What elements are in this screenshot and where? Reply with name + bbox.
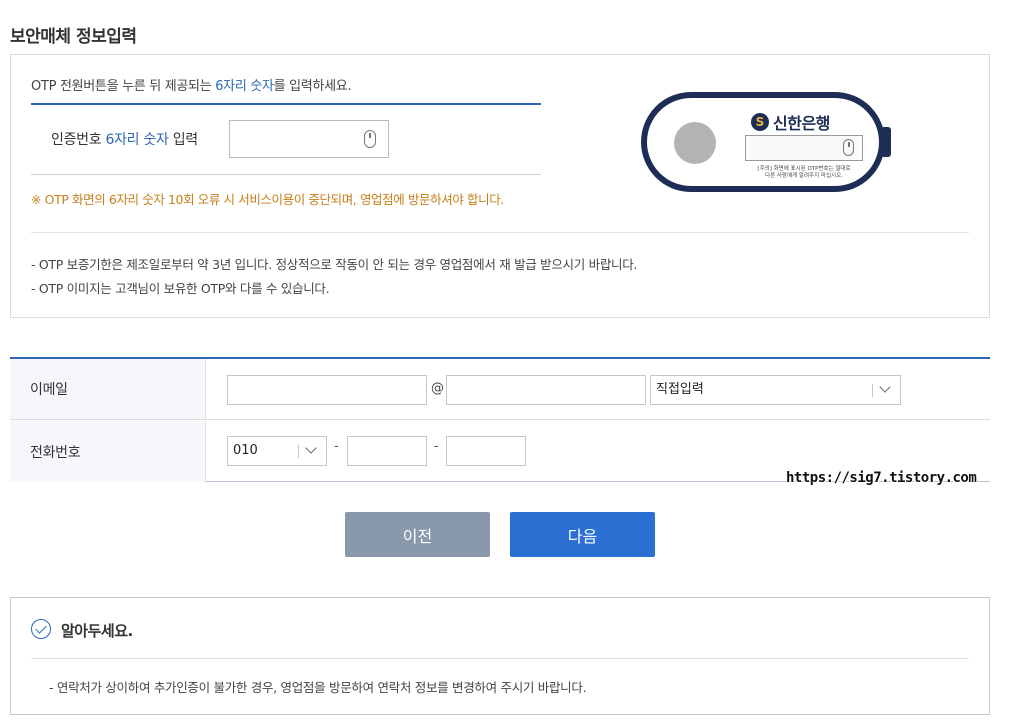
- phone-dash: -: [434, 439, 439, 454]
- token-caption-line: 다른 사람에게 알려주지 마십시오.: [765, 173, 843, 179]
- otp-instruction: OTP 전원버튼을 누른 뒤 제공되는 6자리 숫자를 입력하세요.: [31, 75, 541, 105]
- email-row: 이메일 @ 직접입력: [10, 359, 990, 420]
- notice-title: 알아두세요.: [61, 622, 133, 640]
- at-sign: @: [431, 381, 444, 396]
- page-title: 보안매체 정보입력: [10, 27, 137, 47]
- otp-token-image: S 신한은행 [주의] 화면에 표시된 OTP번호는 절대로 다른 사람에게 알…: [641, 92, 891, 192]
- shinhan-logo-icon: S: [751, 113, 769, 131]
- token-caption: [주의] 화면에 표시된 OTP번호는 절대로 다른 사람에게 알려주지 마십시…: [740, 166, 868, 180]
- otp-instruction-tail: 를 입력하세요.: [273, 79, 352, 94]
- token-screen: [745, 135, 863, 161]
- otp-code-label: 인증번호 6자리 숫자 입력: [51, 129, 198, 149]
- otp-note: - OTP 이미지는 고객님이 보유한 OTP와 다를 수 있습니다.: [31, 281, 330, 296]
- otp-code-label-tail: 입력: [168, 132, 198, 148]
- bank-name: 신한은행: [773, 114, 830, 133]
- phone-label: 전화번호: [10, 421, 206, 482]
- watermark: https://sig7.tistory.com: [786, 470, 977, 486]
- bank-logo: S 신한은행: [751, 110, 830, 134]
- select-separator: [872, 384, 873, 397]
- otp-code-input[interactable]: [229, 120, 389, 158]
- token-caption-line: [주의] 화면에 표시된 OTP번호는 절대로: [757, 166, 851, 172]
- otp-notes: - OTP 보증기한은 제조일로부터 약 3년 입니다. 정상적으로 작동이 안…: [31, 253, 637, 301]
- notice-panel: 알아두세요. - 연락처가 상이하여 추가인증이 불가한 경우, 영업점을 방문…: [10, 597, 990, 715]
- otp-instruction-text: OTP 전원버튼을 누른 뒤 제공되는: [31, 79, 216, 94]
- notice-divider: [31, 658, 969, 659]
- otp-divider: [31, 232, 969, 233]
- email-domain-select[interactable]: 직접입력: [650, 375, 901, 405]
- otp-code-label-text: 인증번호: [51, 132, 106, 148]
- otp-note: - OTP 보증기한은 제조일로부터 약 3년 입니다. 정상적으로 작동이 안…: [31, 257, 638, 272]
- otp-code-row: 인증번호 6자리 숫자 입력: [31, 105, 541, 175]
- otp-code-label-highlight: 6자리 숫자: [105, 132, 169, 148]
- phone-last-input[interactable]: [446, 436, 526, 466]
- mouse-icon: [843, 139, 854, 156]
- otp-panel: OTP 전원버튼을 누른 뒤 제공되는 6자리 숫자를 입력하세요. 인증번호 …: [10, 54, 990, 318]
- phone-middle-input[interactable]: [347, 436, 427, 466]
- email-domain-select-value: 직접입력: [656, 382, 704, 397]
- email-local-input[interactable]: [227, 375, 427, 405]
- token-power-button: [674, 122, 716, 164]
- mouse-icon[interactable]: [364, 130, 376, 148]
- email-domain-input[interactable]: [446, 375, 646, 405]
- chevron-down-icon: [879, 381, 891, 393]
- email-label: 이메일: [10, 359, 206, 419]
- phone-prefix-value: 010: [233, 443, 258, 458]
- check-circle-icon: [31, 619, 51, 639]
- otp-instruction-highlight: 6자리 숫자: [215, 79, 274, 94]
- select-separator: [298, 445, 299, 458]
- prev-button[interactable]: 이전: [345, 512, 490, 557]
- next-button[interactable]: 다음: [510, 512, 655, 557]
- token-face: S 신한은행 [주의] 화면에 표시된 OTP번호는 절대로 다른 사람에게 알…: [647, 98, 879, 186]
- chevron-down-icon: [305, 442, 317, 454]
- contact-form: 이메일 @ 직접입력 전화번호 010 - -: [10, 357, 990, 482]
- phone-dash: -: [334, 439, 339, 454]
- token-cap: [881, 127, 891, 157]
- notice-text: - 연락처가 상이하여 추가인증이 불가한 경우, 영업점을 방문하여 연락처 …: [49, 680, 587, 695]
- token-body: S 신한은행 [주의] 화면에 표시된 OTP번호는 절대로 다른 사람에게 알…: [641, 92, 885, 192]
- phone-prefix-select[interactable]: 010: [227, 436, 327, 466]
- otp-warning: ※ OTP 화면의 6자리 숫자 10회 오류 시 서비스이용이 중단되며, 영…: [31, 192, 504, 207]
